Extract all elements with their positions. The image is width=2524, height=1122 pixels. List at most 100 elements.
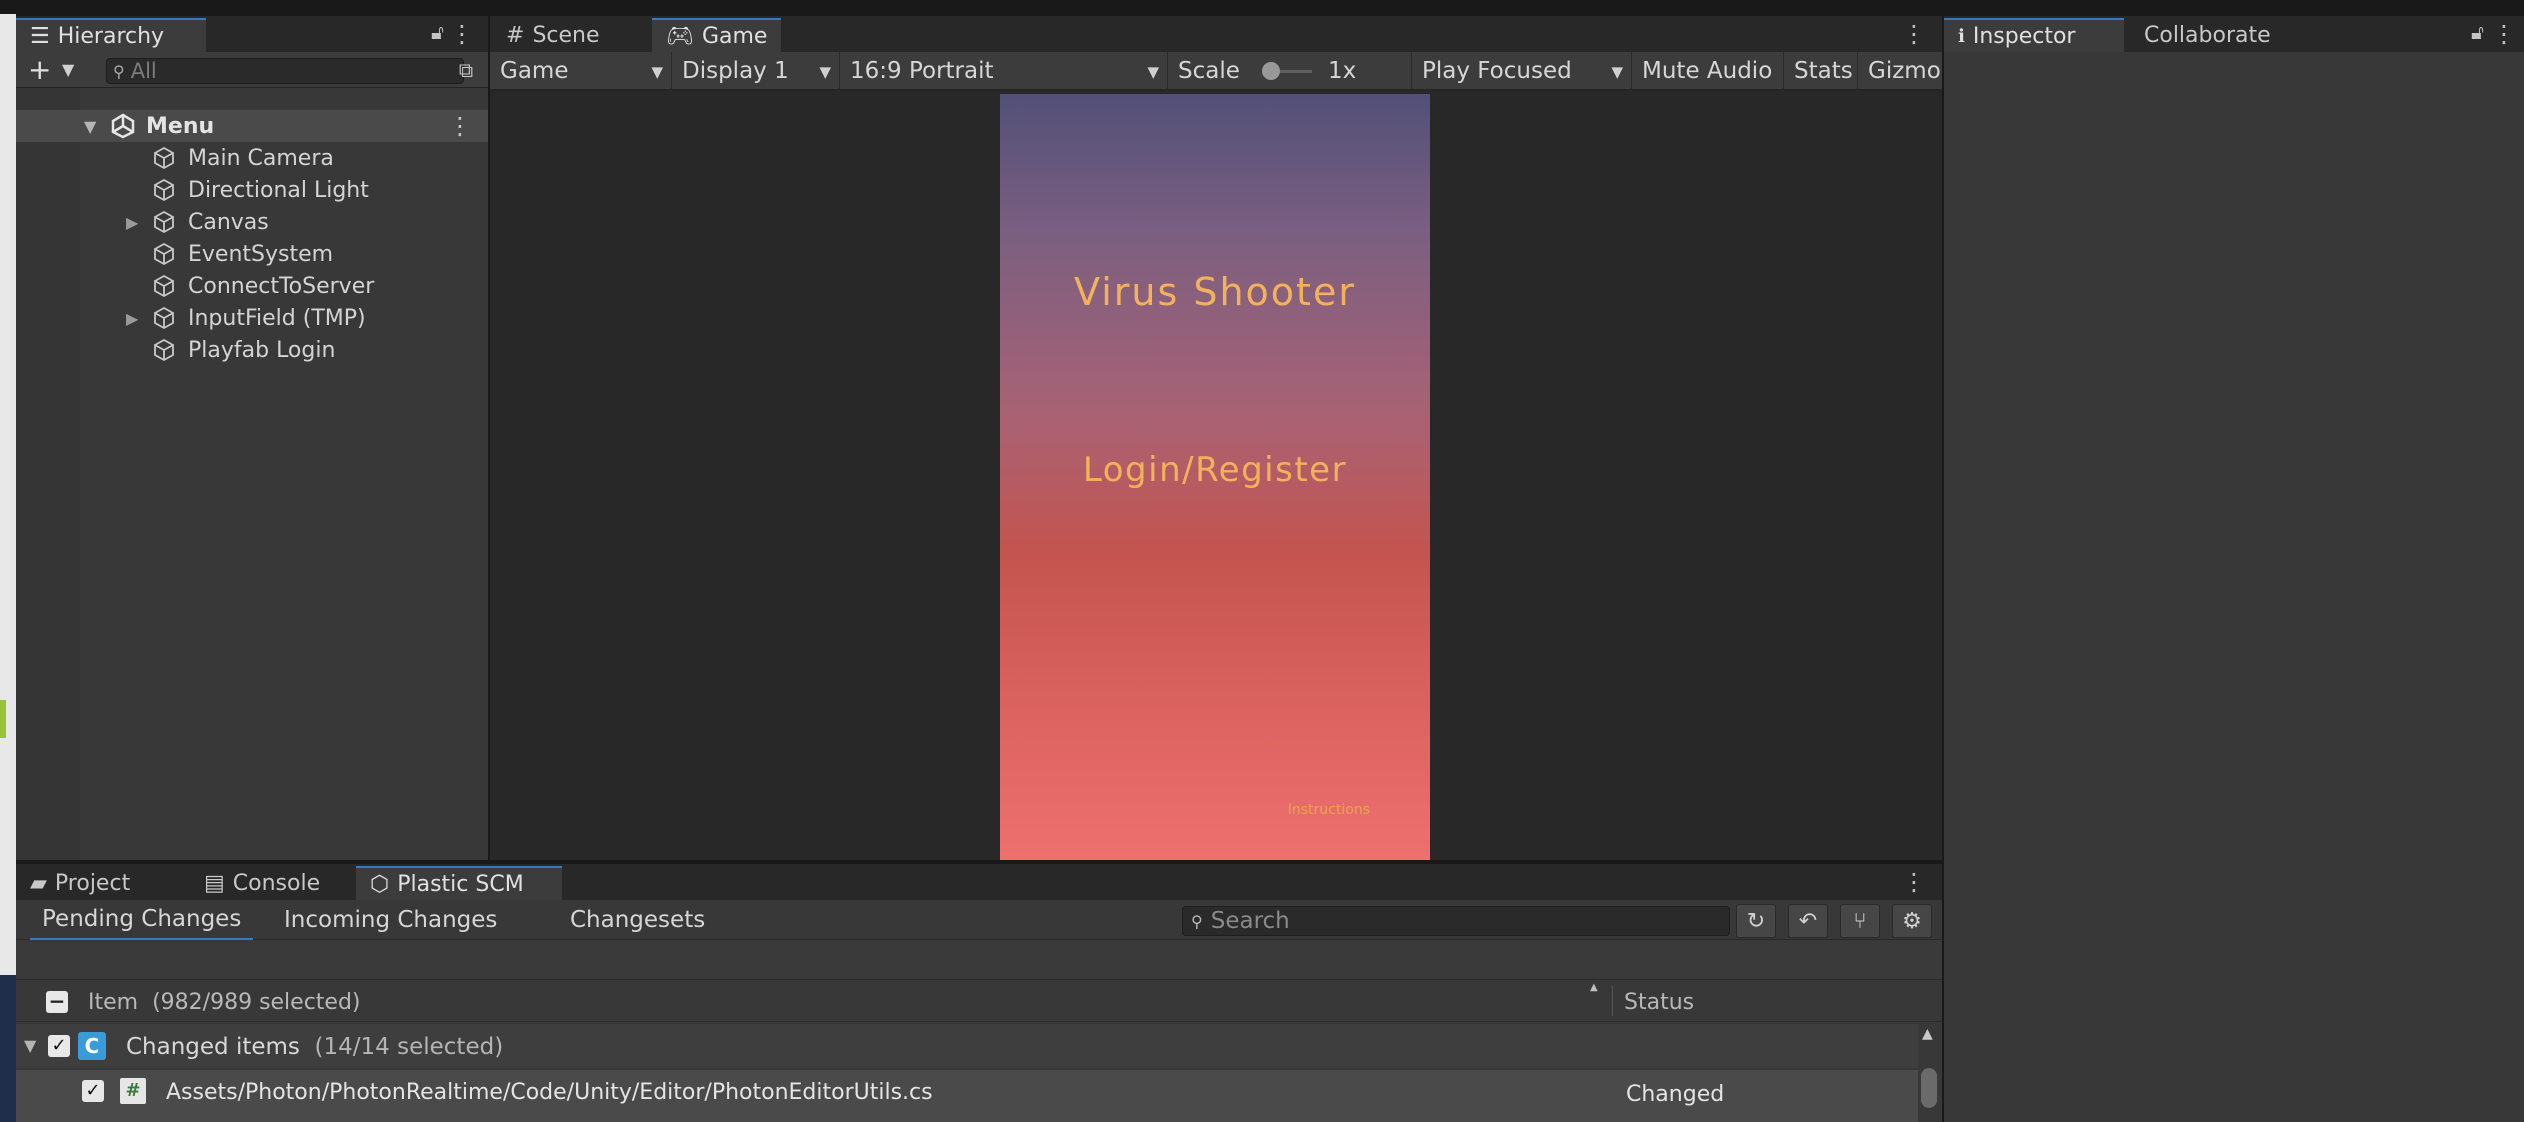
comment-area[interactable] bbox=[16, 940, 1942, 980]
hierarchy-item-label: EventSystem bbox=[188, 241, 334, 267]
gameobject-cube-icon bbox=[152, 210, 176, 238]
plastic-subtabs: Pending Changes Incoming Changes Changes… bbox=[16, 900, 1942, 940]
tab-plastic-scm[interactable]: ⬡ Plastic SCM bbox=[356, 866, 562, 900]
csharp-file-icon: # bbox=[120, 1078, 146, 1104]
hierarchy-item[interactable]: ▶ Canvas bbox=[16, 206, 488, 238]
lock-icon[interactable]: 🔓︎ bbox=[431, 20, 444, 44]
view-mode-dropdown[interactable]: Game ▼ bbox=[490, 52, 672, 90]
gamepad-icon: 🎮︎ bbox=[666, 23, 694, 49]
tab-console[interactable]: ▤ Console bbox=[190, 866, 334, 900]
scroll-up-icon[interactable]: ▲ bbox=[1922, 1026, 1933, 1042]
hierarchy-search-input[interactable]: ⚲ All bbox=[106, 58, 464, 84]
gizmos-toggle[interactable]: Gizmos bbox=[1858, 52, 1942, 90]
scene-row-menu[interactable]: ▼ Menu ⋮ bbox=[16, 110, 488, 142]
hierarchy-toolbar: + ▼ ⚲ All ⧉ bbox=[16, 52, 488, 88]
plastic-search-input[interactable]: ⚲ Search bbox=[1182, 906, 1730, 936]
lock-icon[interactable]: 🔓︎ bbox=[2471, 20, 2484, 44]
vertical-scrollbar[interactable]: ▲ bbox=[1920, 1024, 1938, 1122]
chevron-down-icon: ▼ bbox=[819, 63, 831, 81]
tab-pending-changes[interactable]: Pending Changes bbox=[30, 900, 254, 940]
sort-arrow-icon[interactable]: ▲ bbox=[1590, 982, 1598, 993]
unity-scene-icon bbox=[110, 113, 136, 143]
create-plus-icon[interactable]: + bbox=[28, 56, 51, 84]
hierarchy-item[interactable]: Main Camera bbox=[16, 142, 488, 174]
game-view-panel: # Scene 🎮︎ Game ⋮ Game ▼ Display 1 ▼ 16:9 … bbox=[490, 16, 1942, 860]
hierarchy-item[interactable]: ConnectToServer bbox=[16, 270, 488, 302]
refresh-icon[interactable]: ↻ bbox=[1736, 904, 1776, 938]
column-divider[interactable] bbox=[1612, 986, 1613, 1016]
branch-icon[interactable]: ⑂ bbox=[1840, 904, 1880, 938]
hierarchy-item[interactable]: ▶ InputField (TMP) bbox=[16, 302, 488, 334]
chevron-down-icon[interactable]: ▼ bbox=[84, 117, 96, 136]
gear-icon[interactable]: ⚙ bbox=[1892, 904, 1932, 938]
more-menu-icon[interactable]: ⋮ bbox=[1902, 868, 1926, 896]
gameobject-cube-icon bbox=[152, 338, 176, 366]
folder-icon: ▰ bbox=[30, 870, 47, 896]
undo-icon[interactable]: ↶ bbox=[1788, 904, 1828, 938]
scene-menu-icon[interactable]: ⋮ bbox=[448, 112, 472, 140]
hierarchy-item[interactable]: Playfab Login bbox=[16, 334, 488, 366]
search-icon: ⚲ bbox=[1191, 911, 1203, 931]
list-icon: ☰ bbox=[30, 23, 50, 49]
chevron-down-icon[interactable]: ▼ bbox=[24, 1036, 36, 1055]
game-screen: Virus Shooter Login/Register Instruction… bbox=[1000, 94, 1430, 860]
hierarchy-item[interactable]: Directional Light bbox=[16, 174, 488, 206]
tab-inspector[interactable]: ℹ Inspector bbox=[1944, 18, 2124, 52]
search-icon: ⚲ bbox=[113, 61, 125, 81]
table-header: − Item (982/989 selected) ▲ Status bbox=[16, 980, 1942, 1022]
aspect-dropdown[interactable]: 16:9 Portrait ▼ bbox=[840, 52, 1168, 90]
background-window-edge bbox=[0, 0, 16, 1122]
login-register-button[interactable]: Login/Register bbox=[1000, 450, 1430, 490]
more-menu-icon[interactable]: ⋮ bbox=[450, 20, 474, 48]
game-toolbar: Game ▼ Display 1 ▼ 16:9 Portrait ▼ Scale 1x… bbox=[490, 52, 1942, 90]
gameobject-cube-icon bbox=[152, 178, 176, 206]
bottom-tabbar: ▰ Project ▤ Console ⬡ Plastic SCM ⋮ bbox=[16, 864, 1942, 900]
select-all-checkbox[interactable]: − bbox=[46, 991, 68, 1013]
chevron-down-icon: ▼ bbox=[651, 63, 663, 81]
instructions-button[interactable]: Instructions bbox=[1288, 802, 1370, 818]
hierarchy-item-label: Main Camera bbox=[188, 145, 334, 171]
hierarchy-list: ▼ Menu ⋮ Main Camera Directional Light ▶ Ca… bbox=[16, 88, 488, 860]
game-title: Virus Shooter bbox=[1074, 270, 1356, 314]
file-status: Changed bbox=[1626, 1082, 1725, 1107]
hierarchy-item[interactable]: EventSystem bbox=[16, 238, 488, 270]
tab-collaborate[interactable]: Collaborate bbox=[2130, 18, 2285, 52]
tab-scene[interactable]: # Scene bbox=[492, 18, 614, 52]
more-menu-icon[interactable]: ⋮ bbox=[2492, 20, 2516, 48]
bottom-panel: ▰ Project ▤ Console ⬡ Plastic SCM ⋮ Pend… bbox=[16, 864, 1942, 1122]
scrollbar-thumb[interactable] bbox=[1921, 1068, 1937, 1108]
table-row[interactable]: ✓ # Assets/Photon/PhotonRealtime/Code/Un… bbox=[16, 1070, 1918, 1122]
changed-items-group[interactable]: ▼ ✓ C Changed items (14/14 selected) bbox=[16, 1024, 1918, 1068]
game-render-area[interactable]: Virus Shooter Login/Register Instruction… bbox=[490, 90, 1942, 860]
status-column-header[interactable]: Status bbox=[1624, 990, 1694, 1015]
chevron-right-icon[interactable]: ▶ bbox=[126, 309, 138, 328]
scale-slider-knob[interactable] bbox=[1262, 62, 1280, 80]
chevron-down-icon: ▼ bbox=[1611, 63, 1623, 81]
tab-project[interactable]: ▰ Project bbox=[16, 866, 144, 900]
scale-control[interactable]: Scale 1x bbox=[1168, 52, 1412, 90]
grid-icon: # bbox=[506, 22, 525, 48]
group-checkbox[interactable]: ✓ bbox=[48, 1035, 70, 1057]
scene-visibility-icon[interactable]: ⧉ bbox=[452, 58, 480, 84]
hierarchy-item-label: InputField (TMP) bbox=[188, 305, 366, 331]
inspector-panel: ℹ Inspector Collaborate 🔓︎ ⋮ bbox=[1944, 16, 2524, 1122]
tab-changesets[interactable]: Changesets bbox=[558, 900, 717, 940]
more-menu-icon[interactable]: ⋮ bbox=[1902, 20, 1926, 48]
gameobject-cube-icon bbox=[152, 274, 176, 302]
stats-toggle[interactable]: Stats bbox=[1784, 52, 1858, 90]
tab-incoming-changes[interactable]: Incoming Changes bbox=[272, 900, 509, 940]
main-toolbar-strip bbox=[16, 0, 2524, 16]
gameobject-cube-icon bbox=[152, 146, 176, 174]
hierarchy-item-label: ConnectToServer bbox=[188, 273, 375, 299]
play-mode-dropdown[interactable]: Play Focused ▼ bbox=[1412, 52, 1632, 90]
chevron-right-icon[interactable]: ▶ bbox=[126, 213, 138, 232]
console-icon: ▤ bbox=[204, 870, 225, 896]
tab-game[interactable]: 🎮︎ Game bbox=[652, 18, 782, 52]
right-tabbar: ℹ Inspector Collaborate 🔓︎ ⋮ bbox=[1944, 16, 2524, 52]
gameobject-cube-icon bbox=[152, 242, 176, 270]
display-dropdown[interactable]: Display 1 ▼ bbox=[672, 52, 840, 90]
chevron-down-icon[interactable]: ▼ bbox=[62, 60, 74, 79]
mute-audio-toggle[interactable]: Mute Audio bbox=[1632, 52, 1784, 90]
row-checkbox[interactable]: ✓ bbox=[82, 1080, 104, 1102]
tab-hierarchy[interactable]: ☰ Hierarchy bbox=[16, 18, 206, 52]
